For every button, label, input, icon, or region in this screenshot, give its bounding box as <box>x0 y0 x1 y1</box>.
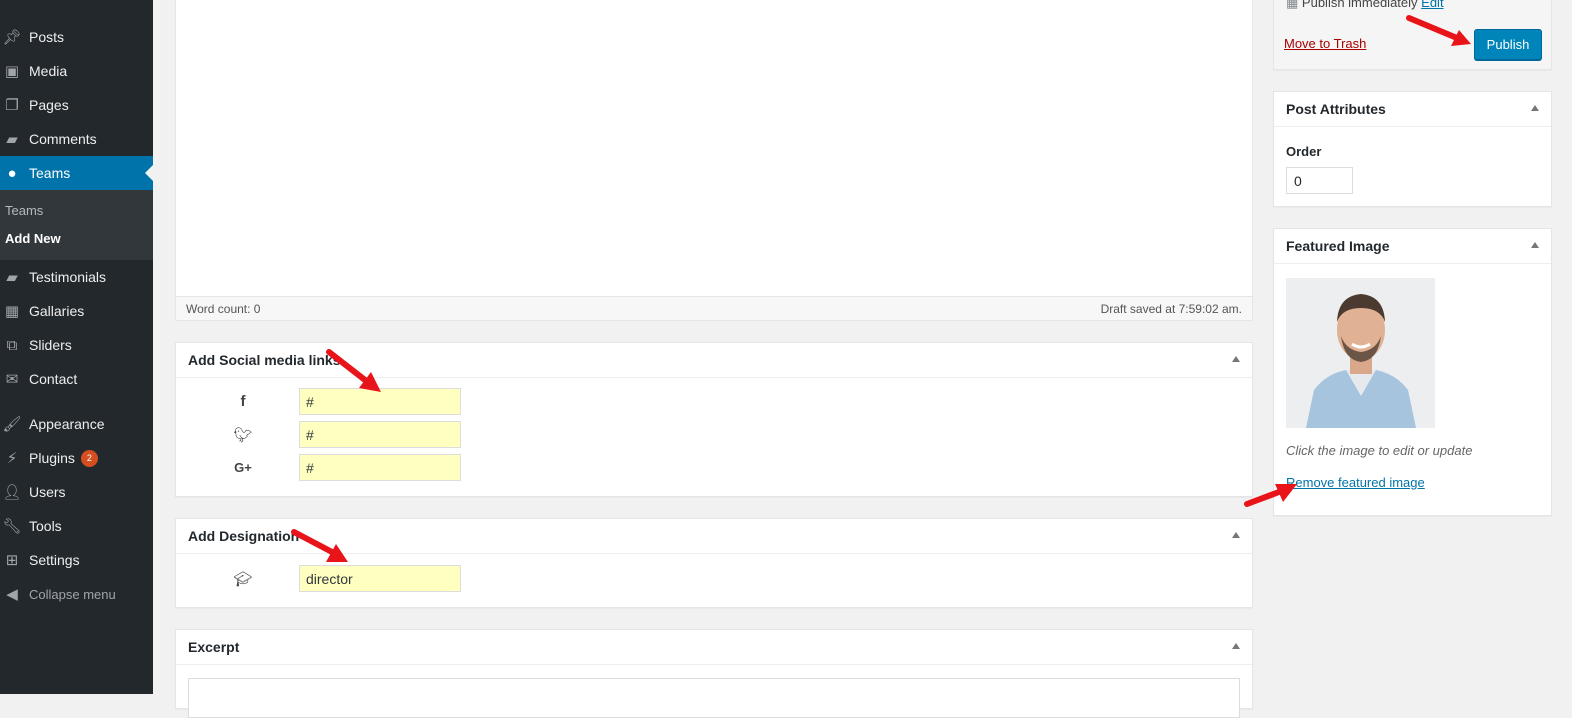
pushpin-icon: 📌︎ <box>2 29 22 46</box>
toggle-panel-icon[interactable] <box>1531 242 1539 248</box>
gallery-icon: ▦ <box>4 303 20 320</box>
menu-item-contact[interactable]: ✉ Contact <box>0 362 153 396</box>
remove-featured-image-link[interactable]: Remove featured image <box>1286 475 1425 490</box>
portrait-photo <box>1286 278 1435 428</box>
graduation-cap-icon: 🎓︎ <box>233 570 253 588</box>
post-attributes-box: Post Attributes Order 0 <box>1273 91 1552 207</box>
featured-image-thumbnail[interactable] <box>1286 278 1435 428</box>
settings-icon: ⊞ <box>5 552 19 569</box>
plugins-update-badge: 2 <box>80 449 98 467</box>
content-editor[interactable]: Word count: 0 Draft saved at 7:59:02 am. <box>175 0 1253 321</box>
word-count: Word count: 0 <box>186 301 261 316</box>
twitter-icon: 🐦︎ <box>233 426 253 444</box>
users-icon: 👤︎ <box>2 484 22 501</box>
toggle-panel-icon[interactable] <box>1531 105 1539 111</box>
testimonial-icon: ▰ <box>6 269 18 286</box>
menu-item-tools[interactable]: 🔧︎ Tools <box>0 509 153 543</box>
slides-icon: ⧉ <box>6 336 18 354</box>
groups-icon: ● <box>7 164 17 182</box>
pages-icon: ❐ <box>5 97 19 114</box>
twitter-url-input[interactable]: # <box>299 421 461 448</box>
plugin-icon: ⚡︎ <box>6 450 18 467</box>
teams-submenu: Teams Add New <box>0 190 153 260</box>
featured-image-hint: Click the image to edit or update <box>1286 443 1473 458</box>
social-links-box-title[interactable]: Add Social media links <box>176 343 1252 378</box>
featured-image-box-title[interactable]: Featured Image <box>1274 229 1551 264</box>
social-links-box: Add Social media links f # 🐦︎ # G+ # <box>175 342 1253 497</box>
featured-image-box: Featured Image Click the image to edit o… <box>1273 228 1552 516</box>
designation-box: Add Designation 🎓︎ director <box>175 518 1253 608</box>
designation-box-title[interactable]: Add Designation <box>176 519 1252 554</box>
post-attributes-box-title[interactable]: Post Attributes <box>1274 92 1551 127</box>
facebook-icon: f <box>240 393 246 410</box>
menu-item-media[interactable]: ▣ Media <box>0 54 153 88</box>
google-plus-url-input[interactable]: # <box>299 454 461 481</box>
excerpt-box-title[interactable]: Excerpt <box>176 630 1252 665</box>
collapse-menu-button[interactable]: ◀ Collapse menu <box>0 577 153 611</box>
designation-field-row: 🎓︎ director <box>176 565 1252 592</box>
facebook-url-input[interactable]: # <box>299 388 461 415</box>
google-plus-field-row: G+ # <box>176 454 1252 481</box>
menu-item-gallaries[interactable]: ▦ Gallaries <box>0 294 153 328</box>
google-plus-icon: G+ <box>234 460 252 475</box>
collapse-arrow-icon: ◀ <box>6 586 18 603</box>
paintbrush-icon: 🖌︎ <box>2 416 22 433</box>
draft-saved-status: Draft saved at 7:59:02 am. <box>1100 301 1242 316</box>
menu-item-posts[interactable]: 📌︎ Posts <box>0 20 153 54</box>
publish-schedule: ▦ Publish immediately Edit <box>1286 0 1444 11</box>
menu-item-teams[interactable]: ● Teams <box>0 156 153 190</box>
admin-sidebar: 📌︎ Posts ▣ Media ❐ Pages ▰ Comments ● Teams T… <box>0 0 153 694</box>
publish-button[interactable]: Publish <box>1474 29 1542 60</box>
order-label: Order <box>1286 144 1322 159</box>
menu-item-pages[interactable]: ❐ Pages <box>0 88 153 122</box>
menu-item-settings[interactable]: ⊞ Settings <box>0 543 153 577</box>
menu-item-users[interactable]: 👤︎ Users <box>0 475 153 509</box>
menu-item-plugins[interactable]: ⚡︎ Plugins 2 <box>0 441 153 475</box>
wrench-icon: 🔧︎ <box>2 518 22 535</box>
media-icon: ▣ <box>4 63 20 80</box>
menu-item-appearance[interactable]: 🖌︎ Appearance <box>0 407 153 441</box>
calendar-icon: ▦ <box>1286 0 1299 10</box>
designation-input[interactable]: director <box>299 565 461 592</box>
excerpt-textarea[interactable] <box>188 678 1240 718</box>
toggle-panel-icon[interactable] <box>1232 643 1240 649</box>
facebook-field-row: f # <box>176 388 1252 415</box>
move-to-trash-link[interactable]: Move to Trash <box>1284 36 1366 51</box>
toggle-panel-icon[interactable] <box>1232 532 1240 538</box>
submenu-item-add-new[interactable]: Add New <box>5 231 61 246</box>
toggle-panel-icon[interactable] <box>1232 356 1240 362</box>
menu-item-testimonials[interactable]: ▰ Testimonials <box>0 260 153 294</box>
order-input[interactable]: 0 <box>1286 167 1353 194</box>
twitter-field-row: 🐦︎ # <box>176 421 1252 448</box>
menu-item-sliders[interactable]: ⧉ Sliders <box>0 328 153 362</box>
submenu-item-teams[interactable]: Teams <box>5 203 43 218</box>
menu-item-comments[interactable]: ▰ Comments <box>0 122 153 156</box>
editor-status-bar: Word count: 0 Draft saved at 7:59:02 am. <box>176 296 1252 320</box>
excerpt-box: Excerpt <box>175 629 1253 718</box>
email-icon: ✉ <box>5 371 19 388</box>
edit-schedule-link[interactable]: Edit <box>1421 0 1443 10</box>
comment-icon: ▰ <box>6 131 18 148</box>
